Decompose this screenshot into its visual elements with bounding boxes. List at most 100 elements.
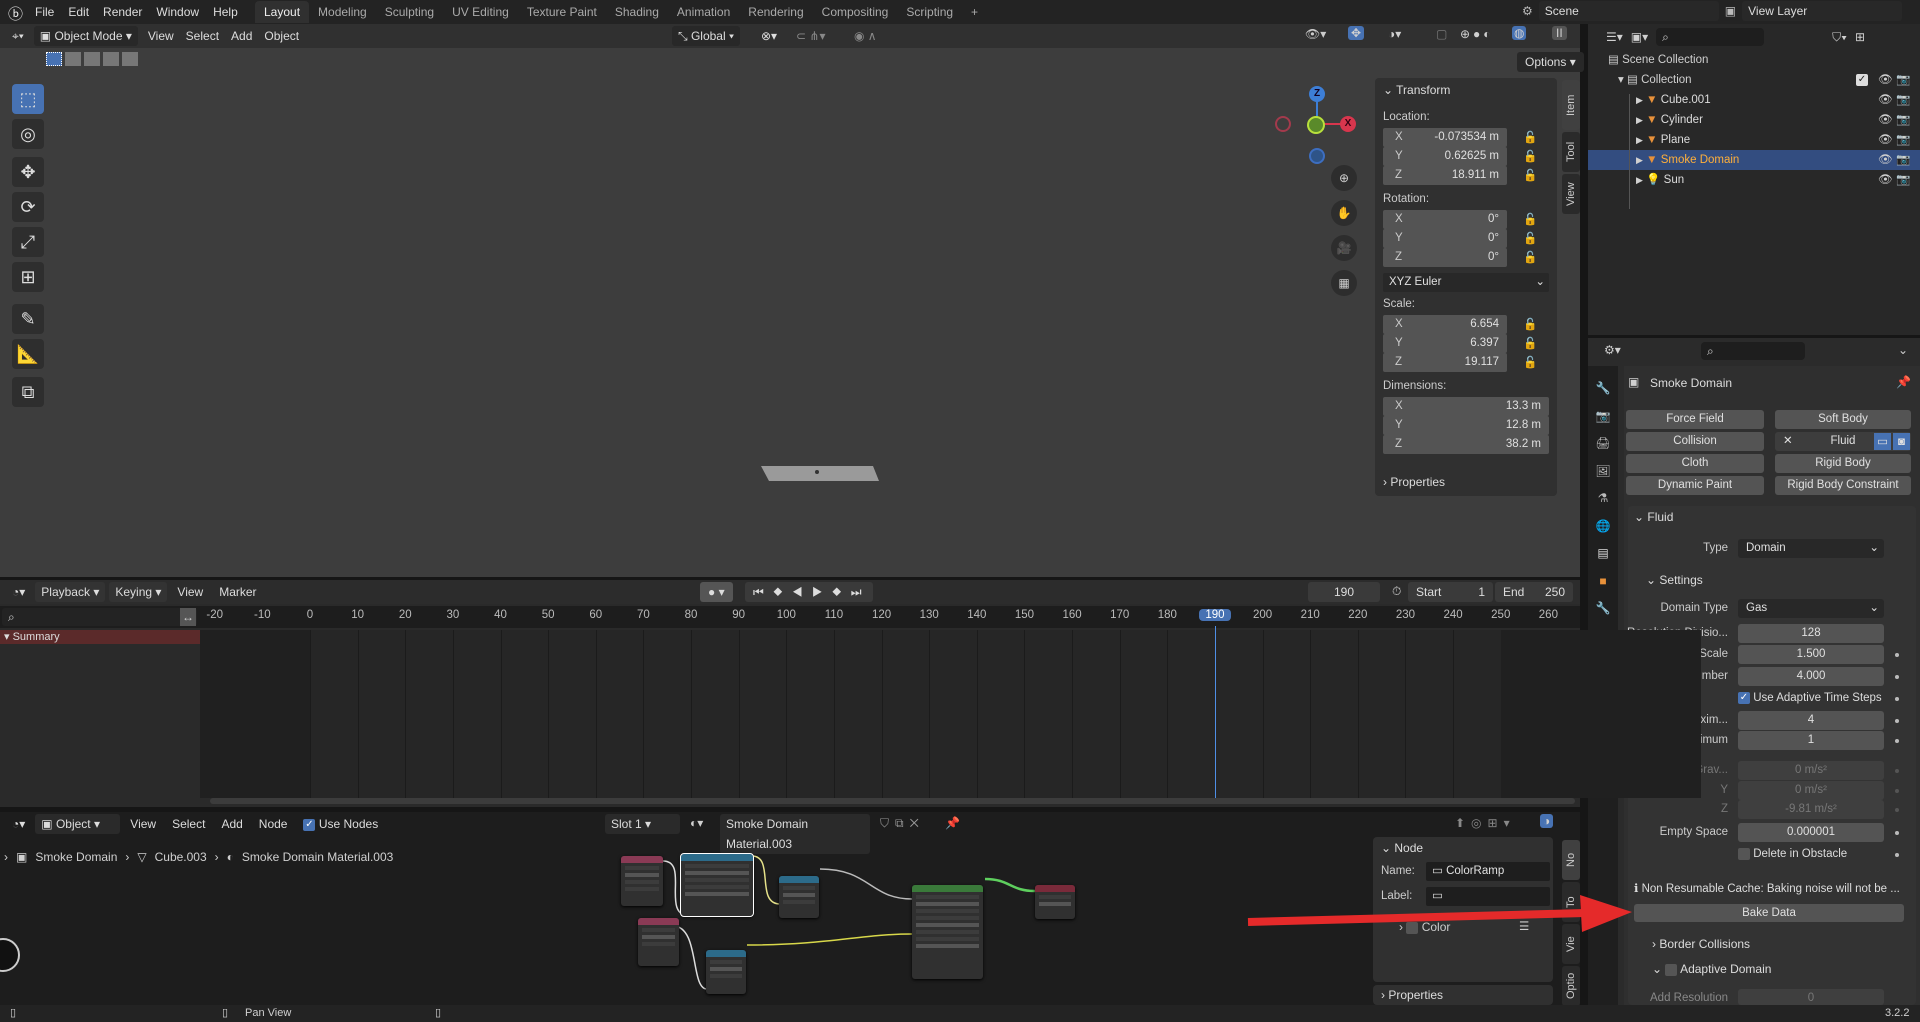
- checkbox-delete-in-obstacle[interactable]: Delete in Obstacle: [1738, 848, 1847, 860]
- tab-options[interactable]: Optio: [1562, 966, 1580, 1006]
- outliner-search-input[interactable]: ⌕: [1656, 28, 1765, 46]
- keyframe-dot[interactable]: [1895, 653, 1899, 657]
- properties-tab-output-icon[interactable]: 🖨: [1590, 431, 1616, 455]
- playback-controls[interactable]: ⏮ ◆ ◀ ▶ ◆ ⏭: [745, 582, 873, 602]
- outliner-item[interactable]: ▶ 💡 Sun 👁 📷: [1588, 170, 1920, 190]
- gizmo-neg-x[interactable]: [1275, 116, 1291, 132]
- eye-icon[interactable]: 👁: [1878, 70, 1893, 90]
- border-collisions-subpanel[interactable]: › Border Collisions: [1652, 937, 1750, 951]
- fluid-panel-header[interactable]: ⌄ Fluid: [1634, 510, 1673, 524]
- keyframe-area[interactable]: [200, 626, 1701, 798]
- blender-logo-icon[interactable]: ⓑ: [8, 3, 23, 24]
- pan-hand-icon[interactable]: ✋: [1331, 200, 1357, 226]
- add-cube-tool-icon[interactable]: ⧉: [12, 377, 44, 407]
- camera-icon[interactable]: 📷: [1896, 170, 1910, 190]
- eye-icon[interactable]: 👁: [1878, 110, 1893, 130]
- keyframe-dot[interactable]: [1895, 697, 1899, 701]
- physics-force-field-button[interactable]: Force Field: [1626, 410, 1764, 429]
- start-frame-field[interactable]: Start 1: [1408, 582, 1493, 602]
- field-resolution-divisio-[interactable]: 128: [1738, 624, 1884, 643]
- measure-tool-icon[interactable]: 📐: [12, 339, 44, 369]
- rotation-mode-dropdown[interactable]: XYZ Euler ⌄: [1383, 273, 1549, 292]
- add-workspace-button[interactable]: +: [962, 1, 987, 23]
- orientation-selector[interactable]: ⤡ Global ▾: [672, 26, 740, 46]
- dimensions-z-field[interactable]: Z 38.2 m: [1383, 435, 1549, 454]
- tab-workspace-modeling[interactable]: Modeling: [309, 1, 376, 23]
- select-intersect-icon[interactable]: [122, 52, 138, 66]
- keyframe-dot[interactable]: [1895, 719, 1899, 723]
- physics-fluid-button[interactable]: Fluid ✕ ▭ ◙: [1775, 432, 1911, 451]
- mode-selector[interactable]: ▣ Object Mode ▾: [33, 26, 138, 46]
- lock-icon[interactable]: 🔓: [1523, 212, 1537, 226]
- pivot-icon[interactable]: ⊗▾: [755, 26, 783, 46]
- overlay-toggle-icon[interactable]: ◑: [1540, 814, 1554, 828]
- keyframe-dot[interactable]: [1895, 808, 1899, 812]
- scale-x-field[interactable]: X 6.654: [1383, 315, 1507, 334]
- expand-arrow-icon[interactable]: ▶: [1636, 115, 1643, 125]
- transform-panel-header[interactable]: ⌄ Transform: [1383, 83, 1450, 97]
- viewport-menu-select[interactable]: Select: [180, 26, 225, 46]
- shading-wireframe-icon[interactable]: ⊕●◐: [1460, 27, 1494, 41]
- field-timesteps-maxim-[interactable]: 4: [1738, 711, 1884, 730]
- tab-workspace-layout[interactable]: Layout: [255, 1, 310, 23]
- expand-arrow-icon[interactable]: ▶: [1636, 175, 1643, 185]
- camera-icon[interactable]: 📷: [1896, 150, 1910, 170]
- channel-search-input[interactable]: ⌕: [2, 608, 197, 626]
- menu-render[interactable]: Render: [96, 1, 149, 23]
- add-resolution-field[interactable]: 0: [1738, 989, 1884, 1005]
- camera-icon[interactable]: 📷: [1896, 70, 1910, 90]
- node-panel-header[interactable]: ⌄ Node: [1381, 841, 1423, 855]
- navigation-gizmo[interactable]: Z X: [1270, 82, 1380, 192]
- xray-icon[interactable]: ▢: [1436, 27, 1447, 41]
- outliner-item[interactable]: ▶ ▼ Cylinder 👁 📷: [1588, 110, 1920, 130]
- rotate-tool-icon[interactable]: ⟳: [12, 192, 44, 222]
- physics-dynamic-paint-button[interactable]: Dynamic Paint: [1626, 476, 1764, 495]
- options-dropdown[interactable]: Options ▾: [1517, 52, 1584, 72]
- field-y[interactable]: 0 m/s²: [1738, 781, 1884, 800]
- location-z-field[interactable]: Z 18.911 m: [1383, 166, 1507, 185]
- camera-icon[interactable]: 📷: [1896, 130, 1910, 150]
- exclude-checkbox[interactable]: ✓: [1856, 70, 1868, 90]
- outliner-item[interactable]: ▶ ▼ Plane 👁 📷: [1588, 130, 1920, 150]
- tab-node[interactable]: No: [1562, 840, 1580, 880]
- scale-z-field[interactable]: Z 19.117: [1383, 353, 1507, 372]
- gizmo-neg-z[interactable]: [1309, 148, 1325, 164]
- keyframe-dot[interactable]: [1895, 789, 1899, 793]
- lock-icon[interactable]: 🔓: [1523, 355, 1537, 369]
- outliner-scene-collection[interactable]: ▤ Scene Collection: [1588, 50, 1920, 70]
- viewport-menu-add[interactable]: Add: [225, 26, 258, 46]
- end-frame-field[interactable]: End 250: [1495, 582, 1573, 602]
- material-output-node[interactable]: [1035, 885, 1075, 919]
- keyframe-dot[interactable]: [1895, 739, 1899, 743]
- gizmo-y-axis[interactable]: [1307, 116, 1325, 134]
- keyframe-dot[interactable]: [1895, 675, 1899, 679]
- shading-rendered-icon[interactable]: ◍: [1512, 26, 1527, 40]
- viewport-display-icon[interactable]: ▭: [1874, 433, 1891, 450]
- physics-soft-body-button[interactable]: Soft Body: [1775, 410, 1911, 429]
- menu-window[interactable]: Window: [149, 1, 206, 23]
- location-y-field[interactable]: Y 0.62625 m: [1383, 147, 1507, 166]
- checkbox-use-adaptive-time-steps[interactable]: ✓ Use Adaptive Time Steps: [1738, 692, 1882, 704]
- scale-tool-icon[interactable]: ⤢: [12, 227, 44, 257]
- transform-tool-icon[interactable]: ⊞: [12, 262, 44, 292]
- select-invert-icon[interactable]: [103, 52, 119, 66]
- current-frame-indicator[interactable]: 190: [1198, 609, 1231, 621]
- eye-icon[interactable]: 👁: [1878, 90, 1893, 110]
- playback-menu[interactable]: Playback ▾: [35, 582, 106, 602]
- move-tool-icon[interactable]: ✥: [12, 157, 44, 187]
- lock-icon[interactable]: 🔓: [1523, 231, 1537, 245]
- fluid-type-dropdown[interactable]: Domain ⌄: [1738, 539, 1884, 558]
- gizmo-x-axis[interactable]: X: [1340, 116, 1356, 132]
- render-camera-icon[interactable]: ◙: [1893, 433, 1910, 450]
- swap-arrows-icon[interactable]: ↔: [180, 608, 196, 626]
- new-collection-icon[interactable]: ⊞: [1855, 30, 1865, 44]
- field-domain-type[interactable]: Gas ⌄: [1738, 599, 1884, 618]
- menu-file[interactable]: File: [28, 1, 61, 23]
- field-using-scene-grav-[interactable]: 0 m/s²: [1738, 761, 1884, 780]
- pin-icon[interactable]: 📌: [1896, 375, 1911, 389]
- camera-icon[interactable]: 📷: [1896, 110, 1910, 130]
- lock-icon[interactable]: 🔓: [1523, 168, 1537, 182]
- location-x-field[interactable]: X -0.073534 m: [1383, 128, 1507, 147]
- eye-icon[interactable]: 👁: [1878, 170, 1893, 190]
- keying-menu[interactable]: Keying ▾: [109, 582, 168, 602]
